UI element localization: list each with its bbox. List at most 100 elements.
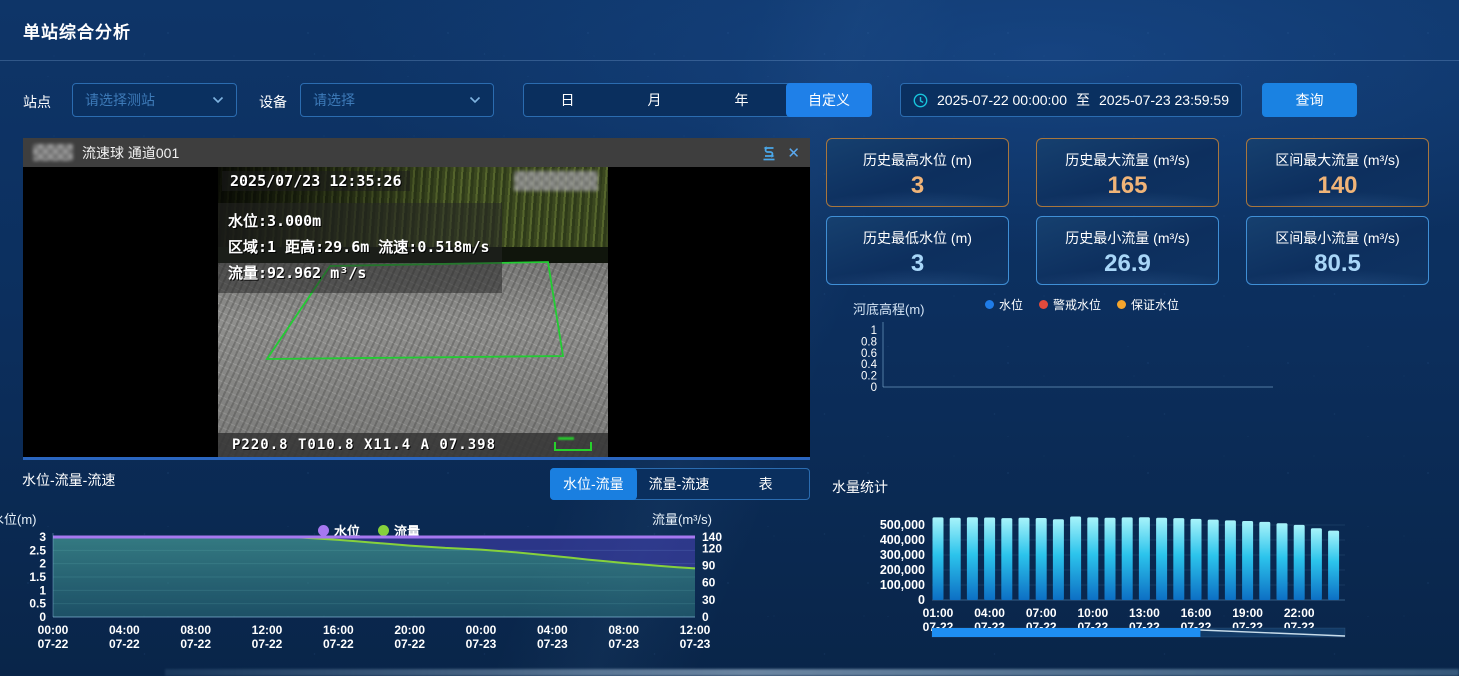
video-ptz-status: P220.8 T010.8 X11.4 A 07.398 xyxy=(218,433,608,457)
legend-dot xyxy=(1039,300,1048,309)
svg-text:2: 2 xyxy=(39,557,46,571)
hydro-tab-0[interactable]: 水位-流量 xyxy=(550,468,637,500)
osd-discharge: 流量:92.962 m³/s xyxy=(228,260,490,286)
stat-card-0: 历史最高水位 (m)3 xyxy=(826,138,1009,207)
svg-text:0.8: 0.8 xyxy=(861,336,877,348)
svg-text:3: 3 xyxy=(39,530,46,544)
legend-item-0[interactable]: 水位 xyxy=(985,296,1023,313)
stat-card-value: 140 xyxy=(1247,172,1428,200)
svg-text:04:0007-23: 04:0007-23 xyxy=(537,623,568,651)
datazoom-selected[interactable] xyxy=(932,628,1200,637)
stat-card-value: 3 xyxy=(827,250,1008,278)
svg-text:0: 0 xyxy=(702,610,709,624)
svg-text:90: 90 xyxy=(702,559,716,573)
stream-icon xyxy=(760,144,778,162)
hydro-chart: 32.521.510.50140120906030000:0007-2204:0… xyxy=(0,505,730,676)
close-icon: ✕ xyxy=(787,144,800,162)
svg-text:12:0007-23: 12:0007-23 xyxy=(680,623,711,651)
query-button[interactable]: 查询 xyxy=(1262,83,1357,117)
svg-text:08:0007-23: 08:0007-23 xyxy=(608,623,639,651)
device-select[interactable]: 请选择 xyxy=(300,83,494,117)
svg-text:0: 0 xyxy=(918,593,925,607)
date-range-end: 2025-07-23 23:59:59 xyxy=(1099,92,1229,108)
svg-text:1: 1 xyxy=(39,583,46,597)
station-select[interactable]: 请选择测站 xyxy=(72,83,237,117)
stat-card-5: 区间最小流量 (m³/s)80.5 xyxy=(1246,216,1429,285)
chevron-down-icon xyxy=(469,96,481,104)
legend-dot xyxy=(1117,300,1126,309)
stat-card-value: 3 xyxy=(827,172,1008,200)
hydro-section-title: 水位-流量-流速 xyxy=(22,470,115,490)
svg-text:0: 0 xyxy=(39,610,46,624)
svg-text:300,000: 300,000 xyxy=(880,548,925,562)
blurred-logo xyxy=(33,144,73,161)
scale-mark xyxy=(558,437,574,440)
osd-region-velocity: 区域:1 距高:29.6m 流速:0.518m/s xyxy=(228,234,490,260)
svg-text:500,000: 500,000 xyxy=(880,518,925,532)
riverbed-chart: 10.80.60.40.20 xyxy=(860,316,1420,398)
stream-mode-button[interactable] xyxy=(760,144,778,162)
legend-label: 保证水位 xyxy=(1131,296,1179,313)
date-range-separator: 至 xyxy=(1076,90,1090,110)
period-option-1[interactable]: 月 xyxy=(611,84,698,116)
svg-text:0: 0 xyxy=(871,382,877,394)
svg-text:08:0007-22: 08:0007-22 xyxy=(180,623,211,651)
background-water-glow xyxy=(165,669,1459,676)
svg-text:2.5: 2.5 xyxy=(29,543,46,557)
hydro-chart-tabs: 水位-流量流量-流速表 xyxy=(550,468,810,500)
osd-water-level: 水位:3.000m xyxy=(228,208,490,234)
period-option-2[interactable]: 年 xyxy=(698,84,785,116)
svg-text:0.5: 0.5 xyxy=(29,597,46,611)
svg-text:16:0007-22: 16:0007-22 xyxy=(323,623,354,651)
station-label: 站点 xyxy=(23,92,51,112)
date-range-start: 2025-07-22 00:00:00 xyxy=(937,92,1067,108)
svg-text:30: 30 xyxy=(702,593,716,607)
hydro-tab-1[interactable]: 流量-流速 xyxy=(636,469,723,499)
volume-chart: 500,000400,000300,000200,000100,000001:0… xyxy=(820,465,1459,676)
scale-bracket-icon xyxy=(554,442,592,451)
svg-text:400,000: 400,000 xyxy=(880,533,925,547)
stat-cards-grid: 历史最高水位 (m)3历史最大流量 (m³/s)165区间最大流量 (m³/s)… xyxy=(826,138,1430,285)
stat-card-value: 80.5 xyxy=(1247,250,1428,278)
legend-item-1[interactable]: 警戒水位 xyxy=(1039,296,1101,313)
header-divider xyxy=(0,60,1459,61)
svg-text:20:0007-22: 20:0007-22 xyxy=(394,623,425,651)
page-title: 单站综合分析 xyxy=(23,18,131,43)
video-panel-title: 流速球 通道001 xyxy=(82,143,751,163)
svg-text:00:0007-23: 00:0007-23 xyxy=(466,623,497,651)
stat-card-label: 历史最小流量 (m³/s) xyxy=(1037,228,1218,248)
stat-card-label: 历史最低水位 (m) xyxy=(827,228,1008,248)
period-segmented-control: 日月年 自定义 xyxy=(523,83,872,117)
period-option-0[interactable]: 日 xyxy=(524,84,611,116)
svg-text:0.4: 0.4 xyxy=(861,359,878,371)
device-select-placeholder: 请选择 xyxy=(313,90,355,110)
device-label: 设备 xyxy=(259,92,287,112)
video-panel-header: 流速球 通道001 ✕ xyxy=(23,138,810,167)
hydro-tab-2[interactable]: 表 xyxy=(722,469,809,499)
chevron-down-icon xyxy=(212,96,224,104)
svg-text:0.6: 0.6 xyxy=(861,348,877,360)
svg-text:1.5: 1.5 xyxy=(29,570,46,584)
stat-card-label: 历史最大流量 (m³/s) xyxy=(1037,150,1218,170)
stat-card-4: 历史最小流量 (m³/s)26.9 xyxy=(1036,216,1219,285)
stat-card-1: 历史最大流量 (m³/s)165 xyxy=(1036,138,1219,207)
date-range-picker[interactable]: 2025-07-22 00:00:00 至 2025-07-23 23:59:5… xyxy=(900,83,1242,117)
stat-card-3: 历史最低水位 (m)3 xyxy=(826,216,1009,285)
period-options: 日月年 xyxy=(524,84,786,116)
clock-icon xyxy=(913,93,928,108)
blurred-watermark xyxy=(514,171,598,191)
video-viewport: 2025/07/23 12:35:26 水位:3.000m 区域:1 距高:29… xyxy=(23,167,810,457)
video-frame: 2025/07/23 12:35:26 水位:3.000m 区域:1 距高:29… xyxy=(218,167,608,457)
legend-dot xyxy=(985,300,994,309)
svg-text:1: 1 xyxy=(871,325,877,337)
legend-item-2[interactable]: 保证水位 xyxy=(1117,296,1179,313)
stat-card-value: 26.9 xyxy=(1037,250,1218,278)
period-option-custom[interactable]: 自定义 xyxy=(786,83,872,117)
close-button[interactable]: ✕ xyxy=(787,144,800,162)
svg-text:00:0007-22: 00:0007-22 xyxy=(38,623,69,651)
svg-text:04:0007-22: 04:0007-22 xyxy=(109,623,140,651)
svg-text:60: 60 xyxy=(702,576,716,590)
svg-text:200,000: 200,000 xyxy=(880,563,925,577)
video-measurements: 水位:3.000m 区域:1 距高:29.6m 流速:0.518m/s 流量:9… xyxy=(218,203,502,293)
stat-card-value: 165 xyxy=(1037,172,1218,200)
